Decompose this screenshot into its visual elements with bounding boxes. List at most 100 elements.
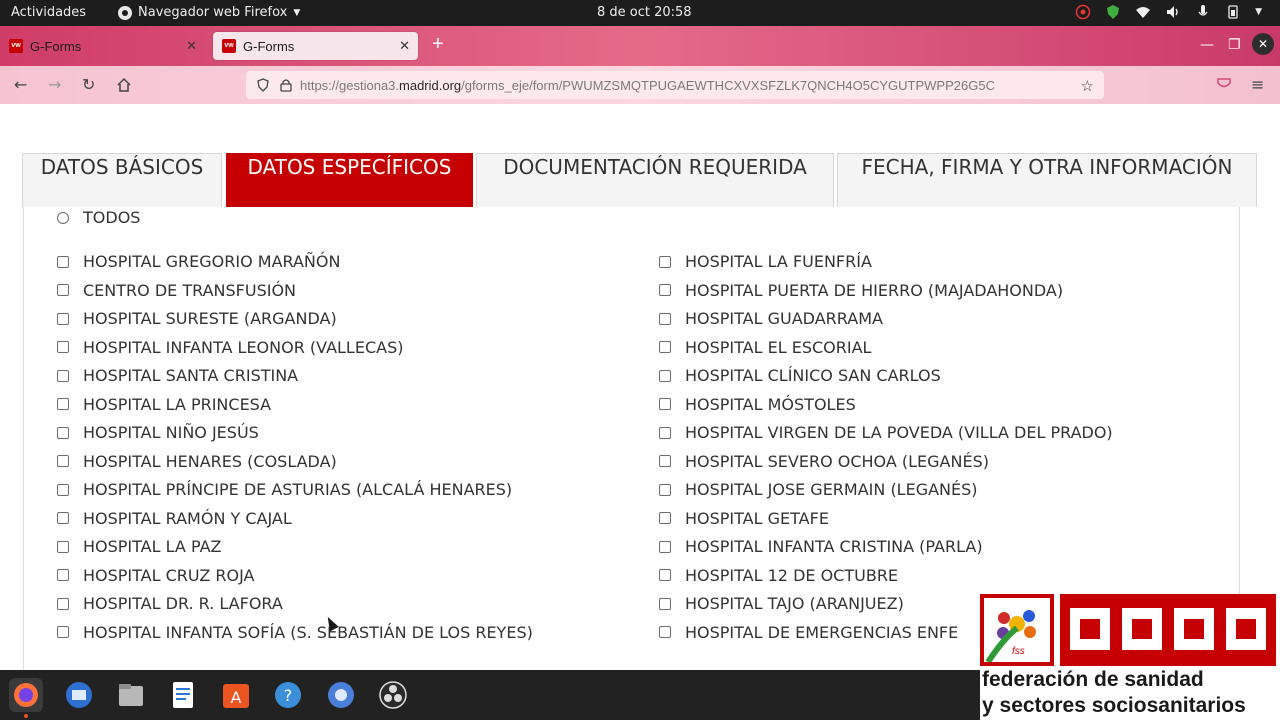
hospital-checkbox[interactable] xyxy=(659,369,671,382)
bookmark-star-icon[interactable]: ☆ xyxy=(1081,77,1094,95)
hospital-option[interactable]: HOSPITAL LA PAZ xyxy=(57,537,221,556)
hospital-option[interactable]: HOSPITAL NIÑO JESÚS xyxy=(57,423,259,442)
hospital-checkbox[interactable] xyxy=(659,341,671,353)
firefox-launcher[interactable] xyxy=(9,678,43,718)
hospital-option[interactable]: HOSPITAL GUADARRAMA xyxy=(659,309,883,328)
software-center-icon[interactable]: A xyxy=(219,678,253,712)
thunderbird-icon[interactable] xyxy=(62,678,96,712)
hospital-checkbox[interactable] xyxy=(57,341,69,353)
todos-radio[interactable] xyxy=(57,211,69,224)
hospital-checkbox[interactable] xyxy=(659,569,671,581)
hospital-option[interactable]: HOSPITAL PUERTA DE HIERRO (MAJADAHONDA) xyxy=(659,281,1063,300)
hospital-option[interactable]: HOSPITAL INFANTA CRISTINA (PARLA) xyxy=(659,537,983,556)
minimize-button[interactable]: — xyxy=(1200,37,1214,53)
volume-icon[interactable] xyxy=(1165,4,1181,20)
obs-studio-icon[interactable] xyxy=(376,678,410,712)
hospital-checkbox[interactable] xyxy=(57,369,69,382)
hospital-checkbox[interactable] xyxy=(57,483,69,496)
hospital-option[interactable]: HOSPITAL INFANTA SOFÍA (S. SEBASTIÁN DE … xyxy=(57,623,533,642)
hospital-checkbox[interactable] xyxy=(57,284,69,296)
hospital-checkbox[interactable] xyxy=(659,483,671,496)
hospital-option[interactable]: HOSPITAL MÓSTOLES xyxy=(659,395,856,414)
hospital-option[interactable]: HOSPITAL JOSE GERMAIN (LEGANÉS) xyxy=(659,480,978,499)
record-icon[interactable] xyxy=(1075,4,1091,20)
hospital-option[interactable]: HOSPITAL VIRGEN DE LA POVEDA (VILLA DEL … xyxy=(659,423,1113,442)
tab-datos-basicos[interactable]: DATOS BÁSICOS xyxy=(22,153,222,207)
hospital-option[interactable]: HOSPITAL CRUZ ROJA xyxy=(57,566,254,585)
hospital-checkbox[interactable] xyxy=(57,455,69,467)
hospital-checkbox[interactable] xyxy=(659,597,671,610)
battery-icon[interactable] xyxy=(1225,4,1241,20)
hospital-checkbox[interactable] xyxy=(57,312,69,325)
files-icon[interactable] xyxy=(114,678,148,712)
clock[interactable]: 8 de oct 20:58 xyxy=(597,5,692,20)
hospital-option[interactable]: HOSPITAL DR. R. LAFORA xyxy=(57,594,283,613)
close-icon[interactable]: ✕ xyxy=(186,38,197,54)
todos-option[interactable]: TODOS xyxy=(57,208,140,227)
hospital-option[interactable]: HOSPITAL RAMÓN Y CAJAL xyxy=(57,509,292,528)
hospital-option[interactable]: HOSPITAL 12 DE OCTUBRE xyxy=(659,566,898,585)
hospital-checkbox[interactable] xyxy=(659,626,671,638)
hospital-checkbox[interactable] xyxy=(57,255,69,268)
hospital-option[interactable]: HOSPITAL INFANTA LEONOR (VALLECAS) xyxy=(57,338,403,357)
hospital-option[interactable]: HOSPITAL SEVERO OCHOA (LEGANÉS) xyxy=(659,452,989,471)
hospital-checkbox[interactable] xyxy=(57,569,69,581)
tab-datos-especificos[interactable]: DATOS ESPECÍFICOS xyxy=(226,153,473,207)
microphone-icon[interactable] xyxy=(1195,4,1211,20)
shield-check-icon[interactable] xyxy=(1105,4,1121,20)
hospital-checkbox[interactable] xyxy=(659,255,671,268)
back-arrow-icon[interactable]: ← xyxy=(14,75,27,94)
hospital-option[interactable]: HOSPITAL EL ESCORIAL xyxy=(659,338,871,357)
wifi-icon[interactable] xyxy=(1135,4,1151,20)
menu-hamburger-icon[interactable]: ≡ xyxy=(1251,75,1264,94)
hospital-option[interactable]: HOSPITAL CLÍNICO SAN CARLOS xyxy=(659,366,941,385)
hospital-option[interactable]: HOSPITAL SURESTE (ARGANDA) xyxy=(57,309,337,328)
hospital-checkbox[interactable] xyxy=(659,312,671,325)
home-icon[interactable] xyxy=(116,77,132,93)
hospital-checkbox[interactable] xyxy=(57,626,69,638)
hospital-option[interactable]: HOSPITAL LA PRINCESA xyxy=(57,395,271,414)
pocket-icon[interactable] xyxy=(1216,76,1232,92)
hospital-option[interactable]: HOSPITAL GETAFE xyxy=(659,509,829,528)
writer-document-icon[interactable] xyxy=(166,678,200,712)
url-bar[interactable]: https://gestiona3.madrid.org/gforms_eje/… xyxy=(246,71,1104,99)
hospital-option[interactable]: HOSPITAL TAJO (ARANJUEZ) xyxy=(659,594,904,613)
chevron-down-icon[interactable]: ▼ xyxy=(1255,7,1262,17)
firefox-icon xyxy=(118,5,132,20)
hospital-option[interactable]: CENTRO DE TRANSFUSIÓN xyxy=(57,281,296,300)
browser-tab[interactable]: vw G-Forms ✕ xyxy=(0,32,205,60)
hospital-checkbox[interactable] xyxy=(57,540,69,553)
close-icon[interactable]: ✕ xyxy=(399,38,410,54)
browser-tab-active[interactable]: vw G-Forms ✕ xyxy=(213,32,418,60)
hospital-option[interactable]: HOSPITAL SANTA CRISTINA xyxy=(57,366,298,385)
hospital-checkbox[interactable] xyxy=(57,426,69,439)
hospital-option[interactable]: HOSPITAL DE EMERGENCIAS ENFE xyxy=(659,623,958,642)
app-menu[interactable]: Navegador web Firefox ▼ xyxy=(118,5,300,20)
hospital-option[interactable]: HOSPITAL PRÍNCIPE DE ASTURIAS (ALCALÁ HE… xyxy=(57,480,512,499)
lock-icon[interactable] xyxy=(280,78,292,92)
hospital-checkbox[interactable] xyxy=(659,284,671,296)
restore-button[interactable]: ❐ xyxy=(1228,37,1241,53)
window-close-button[interactable]: ✕ xyxy=(1252,33,1274,55)
reload-icon[interactable]: ↻ xyxy=(82,75,95,94)
chromium-icon[interactable] xyxy=(324,678,358,712)
hospital-checkbox[interactable] xyxy=(659,512,671,524)
hospital-checkbox[interactable] xyxy=(659,540,671,553)
hospital-option[interactable]: HOSPITAL HENARES (COSLADA) xyxy=(57,452,337,471)
tab-fecha-firma[interactable]: FECHA, FIRMA Y OTRA INFORMACIÓN xyxy=(837,153,1257,207)
hospital-checkbox[interactable] xyxy=(659,426,671,439)
tracking-shield-icon[interactable] xyxy=(256,78,270,92)
new-tab-button[interactable]: + xyxy=(432,33,444,56)
hospital-option[interactable]: HOSPITAL LA FUENFRÍA xyxy=(659,252,872,271)
hospital-checkbox[interactable] xyxy=(659,455,671,467)
activities-button[interactable]: Actividades xyxy=(11,5,86,20)
forward-arrow-icon[interactable]: → xyxy=(48,75,61,94)
hospital-checkbox[interactable] xyxy=(57,597,69,610)
hospital-checkbox[interactable] xyxy=(57,398,69,410)
hospital-checkbox[interactable] xyxy=(659,398,671,410)
hospital-option[interactable]: HOSPITAL GREGORIO MARAÑÓN xyxy=(57,252,340,271)
help-icon[interactable]: ? xyxy=(271,678,305,712)
hospital-checkbox[interactable] xyxy=(57,512,69,524)
tab-documentacion-requerida[interactable]: DOCUMENTACIÓN REQUERIDA xyxy=(476,153,834,207)
system-tray[interactable]: ▼ xyxy=(1075,4,1262,20)
